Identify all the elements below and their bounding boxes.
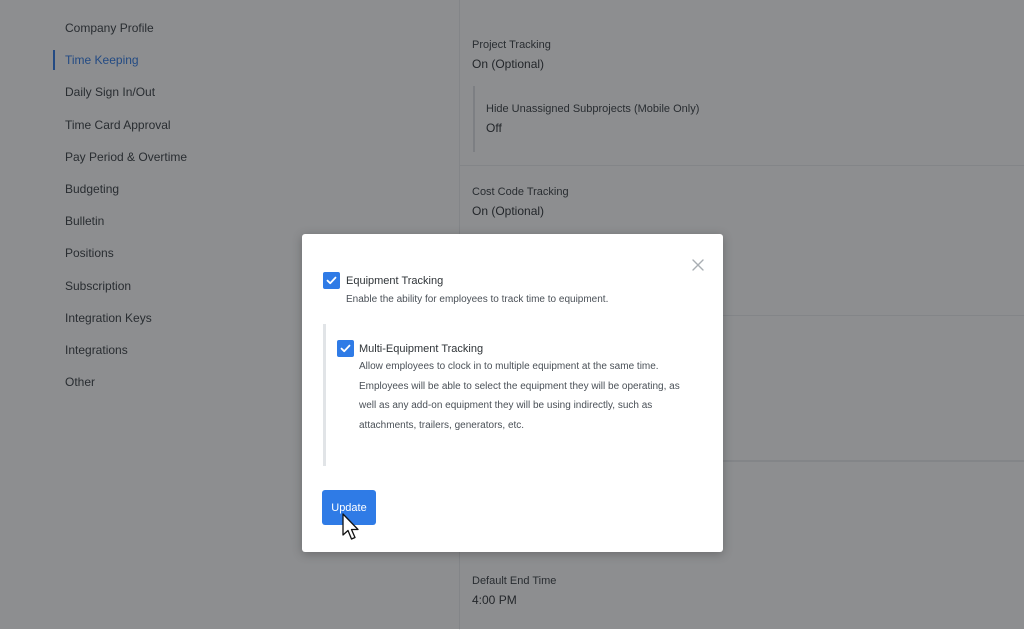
multi-equipment-tracking-title: Multi-Equipment Tracking: [359, 343, 484, 355]
close-icon: [692, 259, 704, 271]
multi-equipment-tracking-checkbox[interactable]: [337, 340, 354, 357]
equipment-settings-modal: Equipment Tracking Enable the ability fo…: [302, 234, 723, 552]
equipment-tracking-description: Enable the ability for employees to trac…: [346, 294, 609, 305]
nested-options-group: Multi-Equipment Tracking Allow employees…: [323, 324, 686, 466]
equipment-tracking-title: Equipment Tracking: [346, 275, 444, 287]
multi-equipment-tracking-description: Allow employees to clock in to multiple …: [359, 361, 680, 431]
checkmark-icon: [326, 276, 337, 285]
equipment-tracking-checkbox[interactable]: [323, 272, 340, 289]
update-button[interactable]: Update: [322, 490, 376, 525]
checkmark-icon: [340, 344, 351, 353]
close-button[interactable]: [689, 256, 707, 274]
